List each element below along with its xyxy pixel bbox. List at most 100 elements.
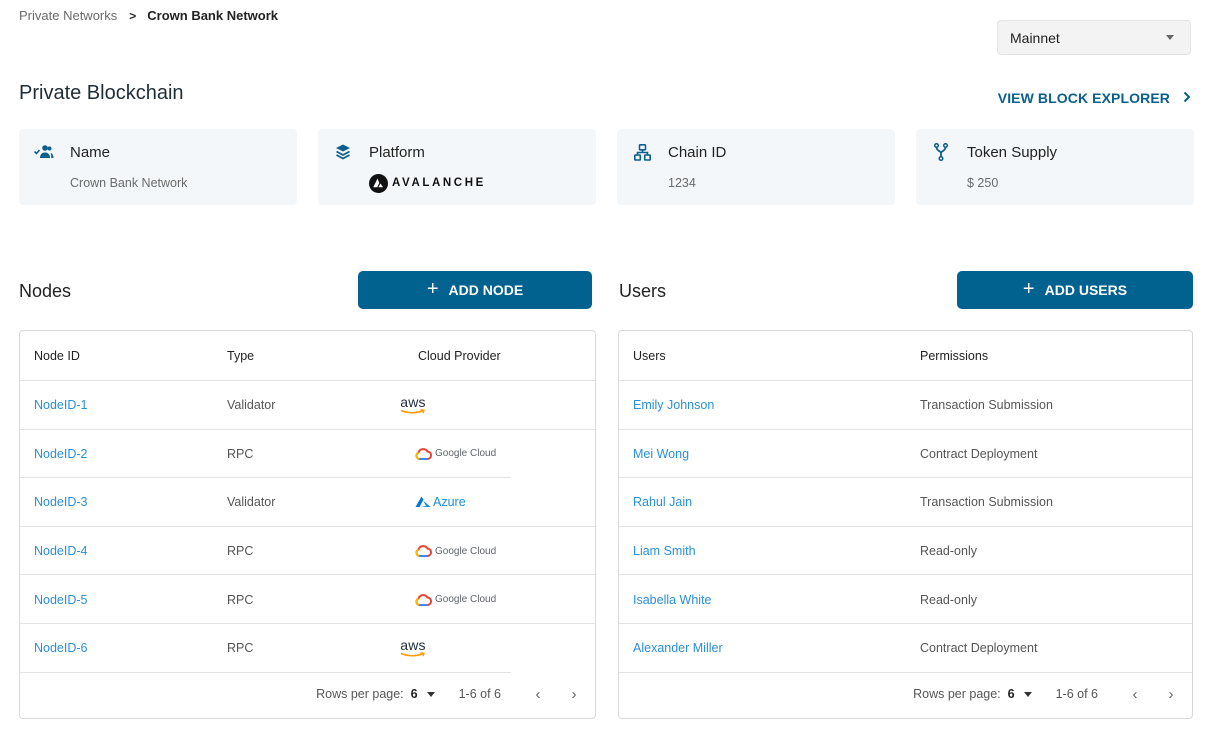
rows-per-page-select[interactable]: 6 — [1008, 687, 1015, 701]
user-name-link[interactable]: Liam Smith — [633, 527, 696, 576]
info-cards: Name Crown Bank Network Platform AVALANC… — [19, 129, 1194, 205]
aws-logo: aws — [398, 624, 428, 673]
users-title: Users — [619, 281, 667, 301]
breadcrumb-parent[interactable]: Private Networks — [19, 8, 117, 23]
user-name-link[interactable]: Alexander Miller — [633, 624, 723, 673]
breadcrumb-current: Crown Bank Network — [147, 8, 279, 23]
avalanche-icon — [369, 173, 388, 193]
card-value: 1234 — [668, 176, 696, 190]
provider-name: Google Cloud — [435, 448, 497, 460]
node-type: Validator — [227, 398, 276, 413]
node-id-link[interactable]: NodeID-2 — [34, 430, 88, 479]
plus-icon: + — [426, 278, 439, 300]
table-row: NodeID-2 RPC Google Cloud — [20, 430, 595, 479]
provider-name: Azure — [433, 495, 466, 510]
view-block-explorer-link[interactable]: VIEW BLOCK EXPLORER — [998, 90, 1191, 106]
aws-logo: aws — [398, 381, 428, 430]
next-page-button[interactable]: › — [1164, 686, 1178, 703]
add-users-button[interactable]: + ADD USERS — [957, 271, 1193, 309]
nodes-title: Nodes — [19, 281, 72, 301]
users-pagination: Rows per page: 6 1-6 of 6 ‹ › — [619, 670, 1192, 718]
page-title: Private Blockchain — [19, 82, 184, 104]
user-name-link[interactable]: Mei Wong — [633, 430, 689, 479]
chevron-right-icon — [1183, 90, 1191, 106]
table-row: Liam Smith Read-only — [619, 527, 1192, 576]
node-type: RPC — [227, 641, 254, 656]
node-id-link[interactable]: NodeID-5 — [34, 575, 88, 624]
table-row: NodeID-5 RPC Google Cloud — [20, 575, 595, 624]
table-row: Rahul Jain Transaction Submission — [619, 478, 1192, 527]
table-row: NodeID-3 Validator Azure — [20, 478, 595, 527]
rows-per-page-select[interactable]: 6 — [411, 687, 418, 701]
table-row: Emily Johnson Transaction Submission — [619, 381, 1192, 430]
card-label: Platform — [369, 143, 425, 161]
prev-page-button[interactable]: ‹ — [1128, 686, 1142, 703]
card-value: AVALANCHE — [392, 177, 486, 189]
node-id-link[interactable]: NodeID-6 — [34, 624, 88, 673]
card-platform: Platform AVALANCHE — [318, 129, 596, 205]
network-select[interactable]: Mainnet — [997, 20, 1191, 55]
table-header-row: Users Permissions — [619, 331, 1192, 381]
google-cloud-logo: Google Cloud — [415, 575, 496, 624]
user-permission: Contract Deployment — [920, 641, 1038, 656]
rows-per-page-label: Rows per page: — [913, 687, 1001, 701]
table-header-row: Node ID Type Cloud Provider — [20, 331, 595, 381]
user-name-link[interactable]: Isabella White — [633, 575, 712, 624]
google-cloud-logo: Google Cloud — [415, 430, 496, 479]
table-row: NodeID-6 RPC aws — [20, 624, 595, 673]
card-value: $ 250 — [967, 176, 999, 190]
user-name-link[interactable]: Emily Johnson — [633, 381, 714, 430]
table-row: Isabella White Read-only — [619, 575, 1192, 624]
node-type: RPC — [227, 592, 254, 607]
rows-per-page-label: Rows per page: — [316, 687, 404, 701]
fork-icon — [930, 143, 952, 161]
user-name-link[interactable]: Rahul Jain — [633, 478, 692, 527]
table-row: Mei Wong Contract Deployment — [619, 430, 1192, 479]
card-value: Crown Bank Network — [70, 176, 188, 190]
column-header-type[interactable]: Type — [227, 331, 254, 381]
caret-down-icon[interactable] — [1023, 691, 1032, 697]
breadcrumb: Private Networks > Crown Bank Network — [19, 8, 278, 23]
user-permission: Read-only — [920, 544, 977, 559]
nodes-table: Node ID Type Cloud Provider NodeID-1 Val… — [19, 330, 596, 719]
provider-name: Google Cloud — [435, 545, 497, 557]
nodes-pagination: Rows per page: 6 1-6 of 6 ‹ › — [20, 670, 595, 718]
column-header-cloud-provider[interactable]: Cloud Provider — [418, 331, 501, 381]
add-users-label: ADD USERS — [1044, 282, 1128, 298]
google-cloud-logo: Google Cloud — [415, 527, 496, 576]
user-permission: Transaction Submission — [920, 398, 1053, 413]
caret-down-icon — [1166, 35, 1174, 40]
page-range: 1-6 of 6 — [458, 687, 501, 701]
column-header-permissions[interactable]: Permissions — [920, 331, 988, 381]
card-label: Name — [70, 143, 111, 161]
add-node-label: ADD NODE — [448, 282, 524, 298]
card-label: Token Supply — [967, 143, 1058, 161]
view-block-explorer-label: VIEW BLOCK EXPLORER — [997, 90, 1170, 106]
caret-down-icon[interactable] — [426, 691, 435, 697]
user-permission: Contract Deployment — [920, 446, 1038, 461]
breadcrumb-separator: > — [129, 8, 137, 23]
layers-icon — [332, 143, 354, 161]
node-id-link[interactable]: NodeID-4 — [34, 527, 88, 576]
card-chain-id: Chain ID 1234 — [617, 129, 895, 205]
node-type: Validator — [227, 495, 276, 510]
network-select-value: Mainnet — [1010, 29, 1060, 46]
column-header-users[interactable]: Users — [633, 331, 666, 381]
table-row: Alexander Miller Contract Deployment — [619, 624, 1192, 673]
provider-name: aws — [400, 636, 426, 653]
avalanche-logo: AVALANCHE — [369, 173, 486, 193]
user-permission: Transaction Submission — [920, 495, 1053, 510]
plus-icon: + — [1022, 278, 1035, 300]
prev-page-button[interactable]: ‹ — [531, 686, 545, 703]
add-node-button[interactable]: + ADD NODE — [358, 271, 592, 309]
node-id-link[interactable]: NodeID-1 — [34, 381, 88, 430]
table-row: NodeID-1 Validator aws — [20, 381, 595, 430]
node-id-link[interactable]: NodeID-3 — [34, 478, 88, 527]
users-table: Users Permissions Emily Johnson Transact… — [618, 330, 1193, 719]
next-page-button[interactable]: › — [567, 686, 581, 703]
card-token-supply: Token Supply $ 250 — [916, 129, 1194, 205]
table-row: NodeID-4 RPC Google Cloud — [20, 527, 595, 576]
card-label: Chain ID — [668, 143, 727, 161]
column-header-node-id[interactable]: Node ID — [34, 331, 80, 381]
provider-name: aws — [400, 393, 426, 410]
